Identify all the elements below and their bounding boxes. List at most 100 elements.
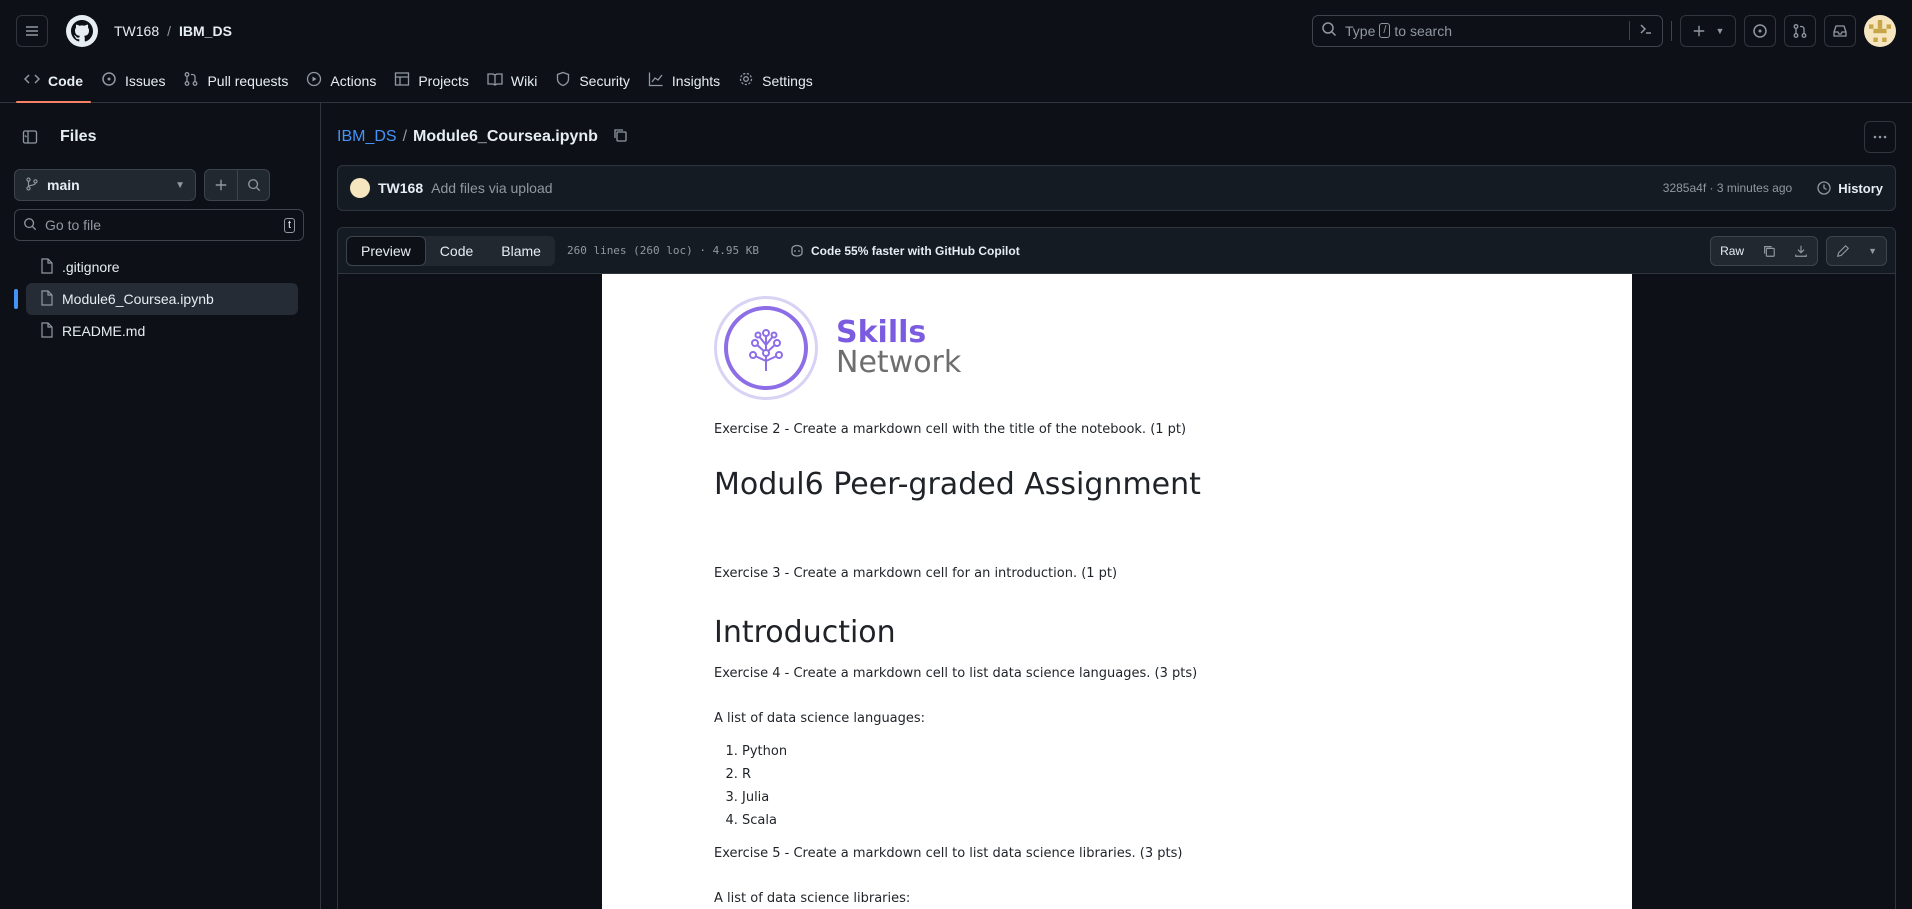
create-new-button[interactable]: ▼ [1680,14,1736,47]
exercise-2-text: Exercise 2 - Create a markdown cell with… [714,422,1187,437]
chevron-down-icon[interactable]: ▼ [1859,237,1886,265]
more-options-icon[interactable] [1864,121,1896,153]
edit-actions-group: ▼ [1826,235,1887,266]
file-content-area: IBM_DS / Module6_Coursea.ipynb TW168 Add… [321,103,1912,909]
search-input[interactable]: Type / to search [1312,14,1663,47]
tab-projects-label: Projects [418,72,469,89]
search-icon [1321,21,1337,40]
tab-code-view[interactable]: Code [426,236,487,266]
author-avatar[interactable] [350,178,370,198]
top-header: TW168 / IBM_DS Type / to search ▼ [0,0,1912,61]
go-to-file-input[interactable]: Go to file t [14,209,304,241]
file-path-breadcrumb: IBM_DS / Module6_Coursea.ipynb [337,119,1896,155]
history-label: History [1838,180,1883,196]
branch-selector[interactable]: main ▼ [14,169,196,201]
search-icon[interactable] [237,170,269,200]
sidebar-actions [204,169,270,201]
table-icon [394,71,410,90]
copy-raw-icon[interactable] [1753,237,1785,265]
add-file-icon[interactable] [205,170,237,200]
pencil-icon[interactable] [1827,237,1859,265]
search-placeholder-post: to search [1394,22,1453,39]
logo-line-1: Skills [836,315,927,350]
tab-issues[interactable]: Issues [93,71,173,102]
tab-security[interactable]: Security [547,71,638,102]
tree-item-label: README.md [62,323,146,339]
search-icon [23,217,37,234]
tab-actions[interactable]: Actions [298,71,384,102]
tab-insights[interactable]: Insights [640,71,728,102]
search-placeholder-pre: Type [1345,22,1376,39]
collapse-sidebar-icon[interactable] [14,121,46,153]
search-shortcut-key: / [1379,23,1391,38]
graph-icon [648,71,664,90]
raw-button[interactable]: Raw [1711,237,1753,265]
exercise-3-text: Exercise 3 - Create a markdown cell for … [714,566,1118,581]
notebook-preview-frame: Skills Network Exercise 2 - Create a mar… [338,274,1895,909]
tab-pull-requests-label: Pull requests [207,72,289,89]
tab-wiki[interactable]: Wiki [479,71,545,102]
tab-code-label: Code [48,72,83,89]
pull-request-icon [183,71,199,90]
view-mode-tabs: Preview Code Blame [346,235,555,266]
latest-commit-bar: TW168 Add files via upload 3285a4f · 3 m… [337,165,1896,211]
skills-network-wordmark: Skills Network [836,318,961,378]
file-actions: Raw ▼ [1710,235,1887,266]
play-icon [306,71,322,90]
skills-network-logo: Skills Network [714,294,1520,402]
tab-actions-label: Actions [330,72,377,89]
repo-link[interactable]: IBM_DS [179,23,232,39]
tree-item-gitignore[interactable]: .gitignore [26,251,298,283]
main-area: Files main ▼ Go to file t .gitignore Mod… [0,103,1912,909]
git-branch-icon [25,176,39,194]
tab-blame[interactable]: Blame [487,236,555,266]
go-to-file-placeholder: Go to file [45,217,102,233]
tab-preview[interactable]: Preview [346,235,426,266]
file-toolbar: Preview Code Blame 260 lines (260 loc) ·… [338,228,1895,274]
owner-link[interactable]: TW168 [114,23,159,39]
chevron-down-icon: ▼ [175,179,185,191]
exercise-5-text: Exercise 5 - Create a markdown cell to l… [714,846,1183,861]
download-icon[interactable] [1785,237,1817,265]
commit-meta[interactable]: 3285a4f · 3 minutes ago [1663,181,1792,195]
header-divider [1671,20,1672,41]
copilot-promo[interactable]: Code 55% faster with GitHub Copilot [789,243,1020,259]
user-avatar[interactable] [1864,14,1896,47]
tab-pull-requests[interactable]: Pull requests [175,71,296,102]
file-info: 260 lines (260 loc) · 4.95 KB [566,244,760,257]
tree-item-notebook[interactable]: Module6_Coursea.ipynb [14,283,298,315]
introduction-heading: Introduction [714,615,896,650]
commit-message[interactable]: Add files via upload [431,180,552,196]
header-actions: Type / to search ▼ [1312,14,1896,47]
breadcrumb-repo-link[interactable]: IBM_DS [337,128,397,146]
copilot-label: Code 55% faster with GitHub Copilot [811,243,1020,258]
raw-actions-group: Raw [1710,235,1819,266]
notebook-title: Modul6 Peer-graded Assignment [714,467,1201,502]
inbox-icon[interactable] [1824,14,1856,47]
history-button[interactable]: History [1816,180,1883,196]
tab-projects[interactable]: Projects [386,71,477,102]
branch-row: main ▼ [14,169,306,201]
copy-path-icon[interactable] [612,127,628,148]
list-item: Julia [742,786,1520,809]
file-icon [40,257,54,277]
commit-author[interactable]: TW168 [378,180,423,196]
github-logo-icon[interactable] [66,14,98,47]
pull-requests-icon[interactable] [1784,14,1816,47]
tab-code[interactable]: Code [16,71,91,103]
issues-icon[interactable] [1744,14,1776,47]
command-palette-icon[interactable] [1629,21,1654,40]
skills-network-emblem [714,296,818,400]
list-item: Python [742,740,1520,763]
languages-list: Python R Julia Scala [714,740,1520,832]
copilot-icon [791,244,803,257]
list-item: Scala [742,809,1520,832]
breadcrumb-separator: / [167,22,172,39]
book-icon [487,71,503,90]
sidebar-header: Files [14,119,306,155]
tab-settings[interactable]: Settings [730,71,821,102]
hamburger-menu-icon[interactable] [16,14,48,47]
code-icon [23,71,41,90]
gear-icon [738,71,754,90]
tree-item-readme[interactable]: README.md [26,315,298,347]
